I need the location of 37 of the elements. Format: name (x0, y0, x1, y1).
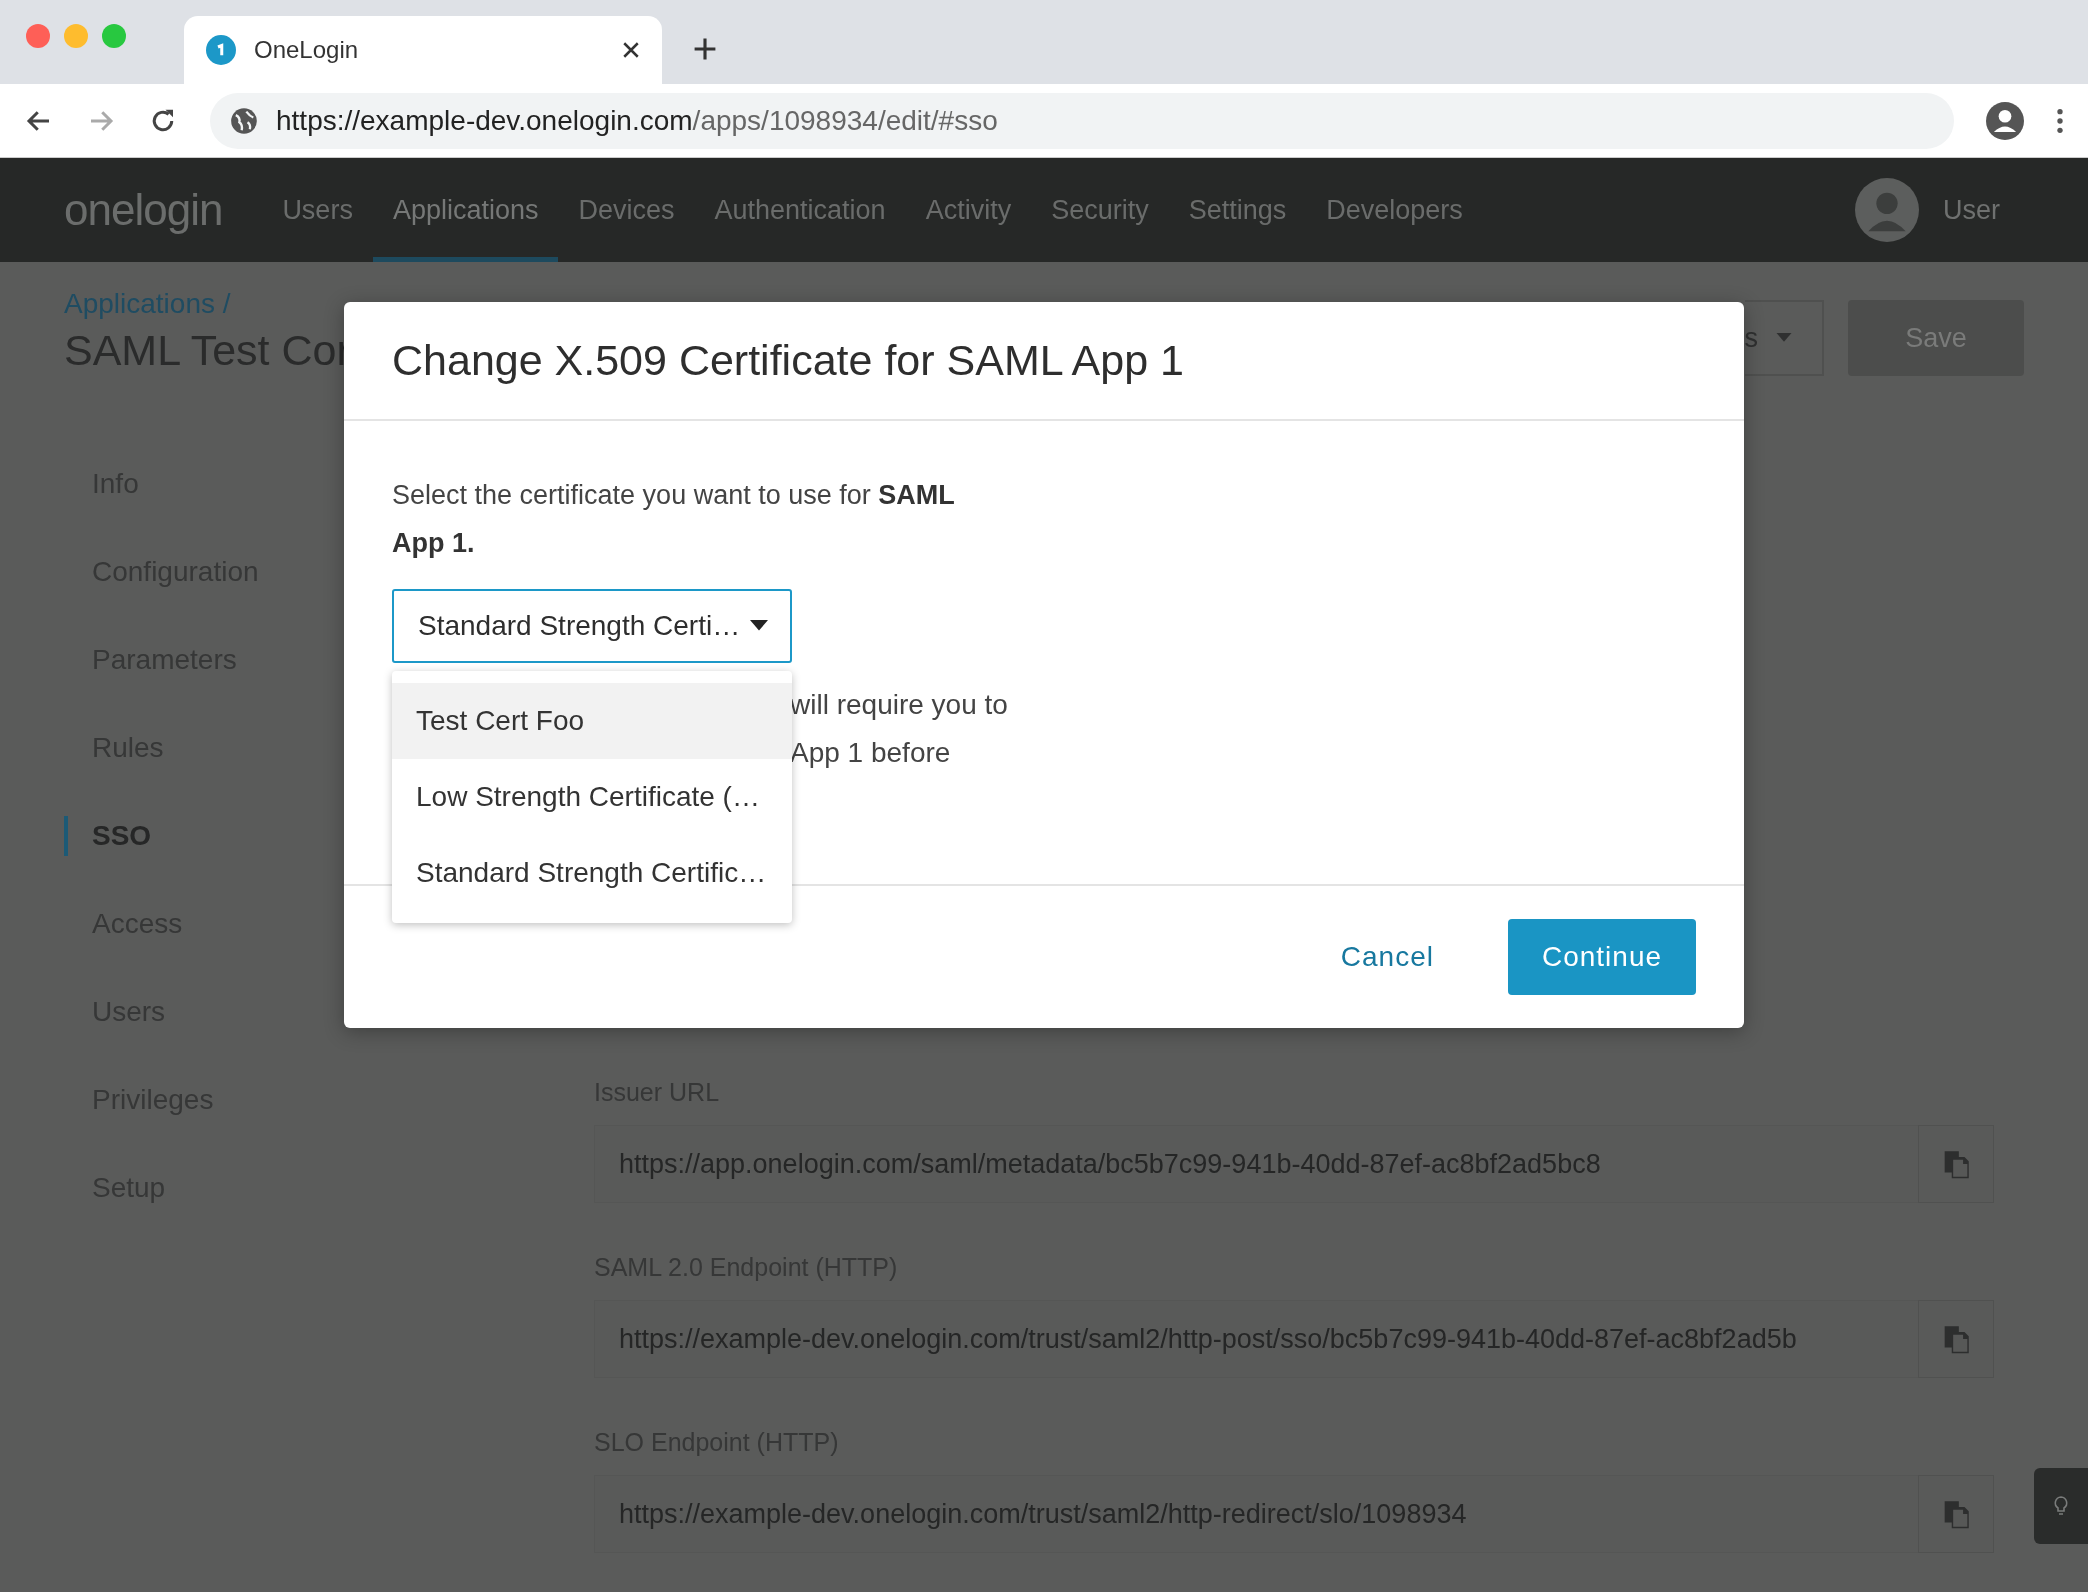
zoom-window-icon[interactable] (102, 24, 126, 48)
certificate-select[interactable]: Standard Strength Certi… (392, 589, 792, 663)
minimize-window-icon[interactable] (64, 24, 88, 48)
tips-button[interactable] (2034, 1468, 2088, 1544)
dropdown-option[interactable]: Test Cert Foo (392, 683, 792, 759)
favicon-icon (206, 35, 236, 65)
browser-tab[interactable]: OneLogin (184, 16, 662, 84)
user-name[interactable]: User (1943, 194, 2000, 226)
avatar-icon[interactable] (1855, 178, 1919, 242)
caret-icon (1776, 333, 1792, 343)
nav-tab[interactable]: Security (1031, 158, 1169, 262)
nav-tab[interactable]: Users (262, 158, 373, 262)
address-bar[interactable]: https://example-dev.onelogin.com/apps/1098934/edit/#sso (210, 92, 1954, 149)
copy-button[interactable] (1918, 1125, 1994, 1203)
caret-icon (750, 620, 768, 632)
dialog-note: App 1 before (790, 736, 952, 770)
nav-tab[interactable]: Devices (558, 158, 695, 262)
nav-tab[interactable]: Developers (1306, 158, 1483, 262)
lightbulb-icon (2053, 1495, 2069, 1517)
copy-button[interactable] (1918, 1475, 1994, 1553)
plus-icon[interactable] (692, 36, 718, 62)
logo[interactable]: onelogin (64, 185, 223, 235)
nav-tab[interactable]: Activity (905, 158, 1032, 262)
close-window-icon[interactable] (26, 24, 50, 48)
dialog-title: Change X.509 Certificate for SAML App 1 (392, 336, 1184, 385)
nav-tab[interactable]: Authentication (694, 158, 906, 262)
nav-tab[interactable]: Settings (1168, 158, 1307, 262)
globe-icon (230, 106, 258, 135)
profile-icon[interactable] (1986, 101, 2024, 140)
nav-tab[interactable]: Applications (372, 158, 559, 262)
continue-button[interactable]: Continue (1508, 919, 1696, 995)
menu-icon[interactable] (2056, 106, 2064, 135)
dialog-note: will require you to (790, 688, 1009, 722)
dialog-message: Select the certificate you want to use for SAML App 1. (392, 479, 956, 560)
cancel-button[interactable]: Cancel (1330, 931, 1444, 983)
copy-button[interactable] (1918, 1300, 1994, 1378)
close-icon[interactable] (622, 41, 640, 59)
